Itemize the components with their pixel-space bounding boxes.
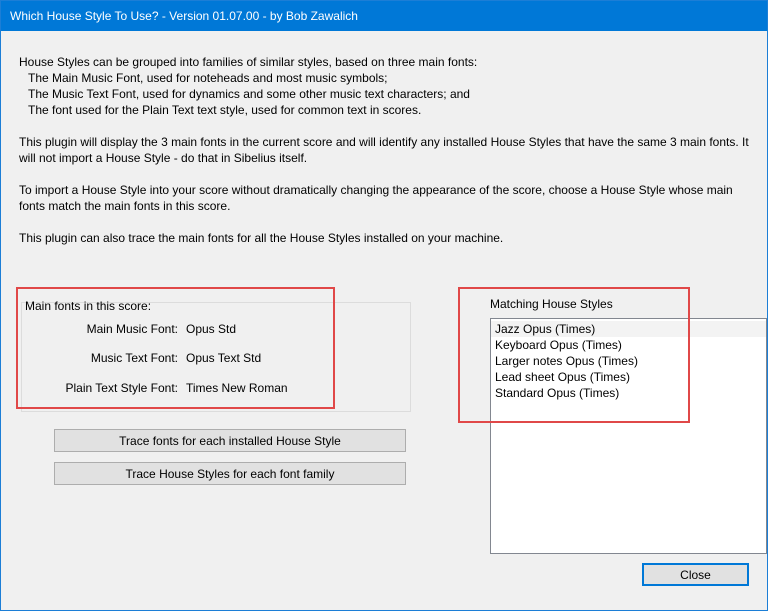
description-text: House Styles can be grouped into familie… [19, 54, 759, 246]
main-music-font-row: Main Music Font: Opus Std [1, 321, 391, 337]
description-plain-text-font: The font used for the Plain Text text st… [28, 103, 422, 117]
dialog-window: Which House Style To Use? - Version 01.0… [0, 0, 768, 611]
window-title-bar[interactable]: Which House Style To Use? - Version 01.0… [1, 1, 767, 31]
list-item[interactable]: Jazz Opus (Times) [491, 321, 766, 337]
plain-text-font-label: Plain Text Style Font: [65, 381, 179, 395]
music-text-font-value: Opus Text Std [186, 351, 262, 365]
music-text-font-label: Music Text Font: [90, 351, 178, 365]
list-item[interactable]: Lead sheet Opus (Times) [491, 369, 766, 385]
description-import-advice: To import a House Style into your score … [19, 183, 733, 213]
trace-house-styles-button[interactable]: Trace House Styles for each font family [54, 462, 406, 485]
plain-text-font-row: Plain Text Style Font: Times New Roman [1, 380, 391, 396]
list-item[interactable]: Keyboard Opus (Times) [491, 337, 766, 353]
main-music-font-value: Opus Std [186, 322, 237, 336]
main-music-font-label: Main Music Font: [86, 322, 178, 336]
description-main-music-font: The Main Music Font, used for noteheads … [28, 71, 388, 85]
close-button[interactable]: Close [642, 563, 749, 586]
list-item[interactable]: Standard Opus (Times) [491, 385, 766, 401]
music-text-font-row: Music Text Font: Opus Text Std [1, 350, 391, 366]
description-trace-info: This plugin can also trace the main font… [19, 231, 504, 245]
trace-fonts-button[interactable]: Trace fonts for each installed House Sty… [54, 429, 406, 452]
list-item[interactable]: Larger notes Opus (Times) [491, 353, 766, 369]
description-intro: House Styles can be grouped into familie… [19, 55, 478, 69]
main-fonts-heading: Main fonts in this score: [25, 299, 152, 313]
matching-house-styles-heading: Matching House Styles [490, 297, 613, 311]
plain-text-font-value: Times New Roman [186, 381, 288, 395]
window-title: Which House Style To Use? - Version 01.0… [10, 9, 358, 23]
description-plugin-purpose: This plugin will display the 3 main font… [19, 135, 749, 165]
description-music-text-font: The Music Text Font, used for dynamics a… [28, 87, 470, 101]
matching-house-styles-list[interactable]: Jazz Opus (Times) Keyboard Opus (Times) … [490, 318, 767, 554]
